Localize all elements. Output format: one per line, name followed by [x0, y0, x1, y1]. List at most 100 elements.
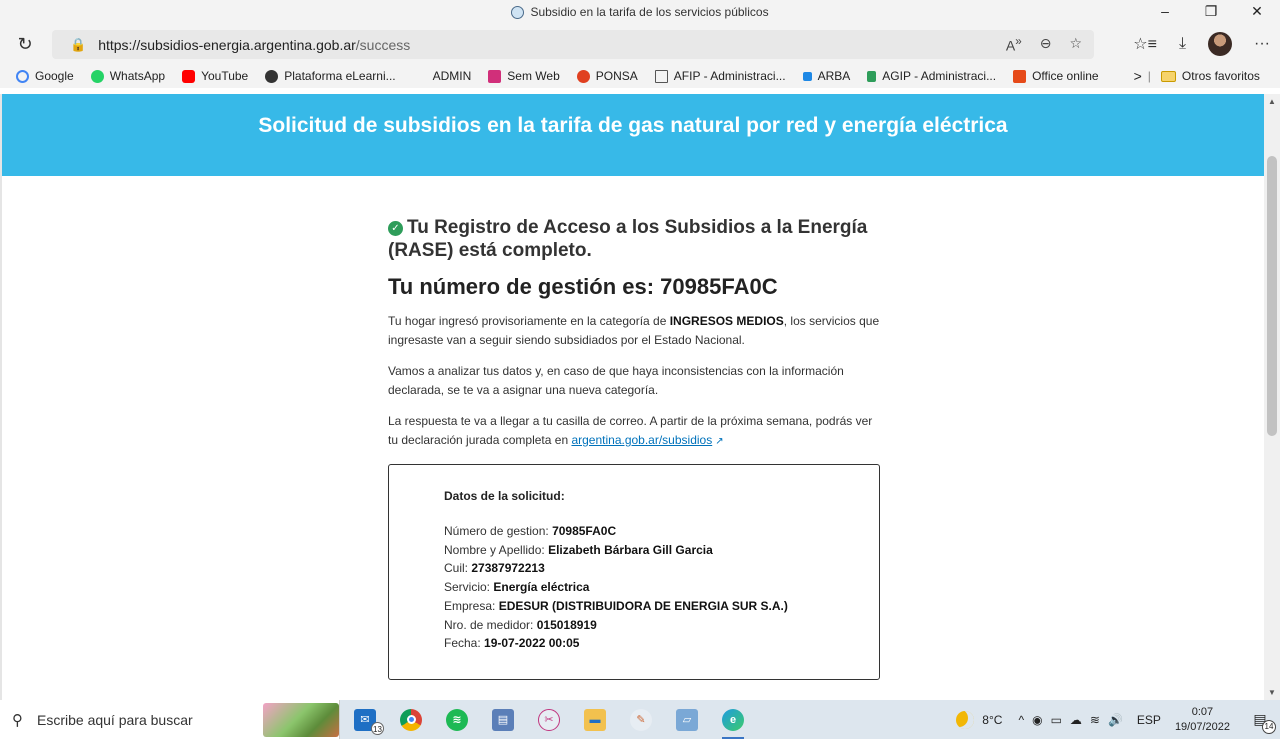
- chrome-icon: [400, 708, 422, 731]
- bookmark-office[interactable]: Office online: [1013, 69, 1099, 83]
- sem-web-icon: [488, 69, 502, 83]
- detail-label: Número de gestion:: [444, 524, 553, 538]
- page-content: Solicitud de subsidios en la tarifa de g…: [0, 94, 1264, 700]
- rase-complete-heading: ✓ Tu Registro de Acceso a los Subsidios a…: [388, 216, 880, 262]
- solicitud-details-box: Datos de la solicitud: Número de gestion…: [388, 464, 880, 680]
- scroll-up-icon[interactable]: ▲: [1268, 97, 1276, 106]
- search-highlight-image: [263, 702, 339, 737]
- minimize-button[interactable]: –: [1142, 0, 1188, 24]
- bookmark-whatsapp[interactable]: WhatsApp: [90, 69, 166, 83]
- navigation-bar: ↻ 🔒 https://subsidios-energia.argentina.…: [0, 24, 1280, 64]
- system-icons: ^ ◉ ▭ ☁ ≋ 🔊: [1018, 713, 1122, 727]
- bookmark-label: Otros favoritos: [1181, 69, 1260, 83]
- bookmark-label: Plataforma eLearni...: [284, 69, 396, 83]
- spotify-app[interactable]: ≋: [442, 705, 472, 735]
- bookmark-admin[interactable]: ADMIN: [433, 69, 472, 83]
- profile-avatar[interactable]: [1208, 32, 1233, 56]
- windows-taskbar: ⚲ Escribe aquí para buscar ✉ 13 ≋ ▤ ✂ ▬ ✎…: [0, 700, 1280, 739]
- rase-complete-text: Tu Registro de Acceso a los Subsidios a …: [388, 217, 868, 261]
- record-icon[interactable]: ◉: [1032, 713, 1042, 727]
- page-icon: [654, 69, 668, 83]
- file-explorer-app[interactable]: ▬: [580, 705, 610, 735]
- browser-toolbar: ☆≡ ⤓ ···: [1133, 24, 1270, 64]
- detail-row-cuil: Cuil: 27387972213: [444, 559, 879, 578]
- bookmarks-separator: |: [1147, 69, 1151, 83]
- weather-temp: 8°C: [982, 712, 1003, 727]
- youtube-icon: [182, 69, 196, 83]
- gestion-number-heading: Tu número de gestión es: 70985FA0C: [388, 274, 778, 299]
- word-app[interactable]: ▤: [488, 705, 518, 735]
- response-paragraph: La respuesta te va a llegar a tu casilla…: [388, 412, 880, 451]
- edge-app[interactable]: e: [718, 705, 748, 739]
- window-title: Subsidio en la tarifa de los servicios p…: [511, 5, 769, 19]
- bookmark-label: AFIP - Administraci...: [673, 69, 786, 83]
- volume-icon[interactable]: 🔊: [1108, 713, 1123, 727]
- downloads-icon[interactable]: ⤓: [1179, 35, 1186, 53]
- more-menu-icon[interactable]: ···: [1254, 35, 1270, 53]
- notepad-app[interactable]: ▱: [672, 705, 702, 735]
- chevron-up-icon[interactable]: ^: [1018, 713, 1024, 727]
- detail-label: Nro. de medidor:: [444, 617, 537, 632]
- scroll-down-icon[interactable]: ▼: [1268, 688, 1276, 697]
- close-button[interactable]: ✕: [1234, 0, 1280, 24]
- page-scrollbar[interactable]: ▲ ▼: [1264, 94, 1280, 700]
- bookmark-label: WhatsApp: [109, 69, 166, 83]
- lock-icon[interactable]: 🔒: [70, 37, 86, 53]
- bookmark-ponsa[interactable]: PONSA: [576, 69, 638, 83]
- bookmark-elearning[interactable]: Plataforma eLearni...: [265, 69, 396, 83]
- paint-icon: ✎: [630, 708, 652, 731]
- category-name: INGRESOS MEDIOS: [669, 314, 784, 328]
- wifi-icon[interactable]: ≋: [1090, 713, 1100, 727]
- taskbar-clock[interactable]: 0:07 19/07/2022: [1175, 705, 1230, 735]
- bookmark-afip[interactable]: AFIP - Administraci...: [654, 69, 786, 83]
- address-bar[interactable]: 🔒 https://subsidios-energia.argentina.go…: [52, 30, 1094, 59]
- window-title-text: Subsidio en la tarifa de los servicios p…: [530, 5, 769, 19]
- bookmark-other-favorites[interactable]: Otros favoritos: [1160, 69, 1260, 83]
- page-banner: Solicitud de subsidios en la tarifa de g…: [2, 94, 1264, 176]
- scrollbar-thumb[interactable]: [1267, 156, 1277, 436]
- battery-icon[interactable]: ▭: [1051, 713, 1062, 727]
- bookmark-arba[interactable]: ARBA: [802, 69, 850, 83]
- read-aloud-icon[interactable]: A»: [1006, 35, 1022, 54]
- detail-value: 27387972213: [471, 561, 545, 576]
- detail-label: Fecha:: [444, 636, 485, 651]
- reload-icon[interactable]: ↻: [0, 34, 50, 55]
- paint-app[interactable]: ✎: [626, 705, 656, 735]
- document-icon: ▤: [492, 708, 514, 731]
- bookmark-label: Office online: [1032, 69, 1099, 83]
- detail-value: Energía eléctrica: [493, 580, 590, 595]
- weather-widget[interactable]: 8°C: [956, 710, 1003, 729]
- subsidios-link[interactable]: argentina.gob.ar/subsidios: [571, 433, 712, 447]
- banner-title: Solicitud de subsidios en la tarifa de g…: [258, 114, 1008, 137]
- favorites-icon[interactable]: ☆≡: [1133, 34, 1157, 54]
- bookmark-agip[interactable]: AGIP - Administraci...: [867, 69, 996, 83]
- bookmark-youtube[interactable]: YouTube: [182, 69, 248, 83]
- bookmark-google[interactable]: Google: [16, 69, 74, 83]
- detail-value: 19-07-2022 00:05: [484, 636, 580, 651]
- add-favorite-icon[interactable]: ☆: [1069, 35, 1082, 54]
- bookmark-label: ADMIN: [432, 69, 472, 83]
- arba-icon: [802, 71, 812, 81]
- cloud-icon[interactable]: ☁: [1070, 713, 1082, 727]
- taskbar-search[interactable]: ⚲ Escribe aquí para buscar: [0, 700, 340, 739]
- bookmark-sem-web[interactable]: Sem Web: [488, 69, 560, 83]
- external-link-icon: ↗: [715, 436, 724, 447]
- search-icon: ⚲: [12, 711, 23, 729]
- bookmarks-bar: Google WhatsApp YouTube Plataforma eLear…: [0, 64, 1280, 88]
- detail-value: Elizabeth Bárbara Gill Garcia: [548, 542, 713, 557]
- clock-date: 19/07/2022: [1174, 720, 1230, 733]
- chrome-app[interactable]: [396, 705, 426, 735]
- language-indicator[interactable]: ESP: [1137, 713, 1161, 727]
- restore-button[interactable]: ❐: [1188, 0, 1234, 24]
- bookmark-label: PONSA: [595, 69, 638, 83]
- whatsapp-icon: [90, 69, 104, 83]
- snipping-app[interactable]: ✂: [534, 705, 564, 735]
- zoom-icon[interactable]: ⊖: [1040, 35, 1052, 54]
- notification-center[interactable]: ▤ 14: [1246, 711, 1276, 734]
- detail-row-empresa: Empresa: EDESUR (DISTRIBUIDORA DE ENERGI…: [444, 597, 879, 616]
- snip-icon: ✂: [538, 708, 560, 731]
- url-host: https://subsidios-energia.argentina.gob.…: [98, 36, 356, 53]
- mail-app[interactable]: ✉ 13: [350, 705, 384, 735]
- bookmarks-overflow-icon[interactable]: >: [1134, 68, 1142, 84]
- office-icon: [1013, 69, 1027, 83]
